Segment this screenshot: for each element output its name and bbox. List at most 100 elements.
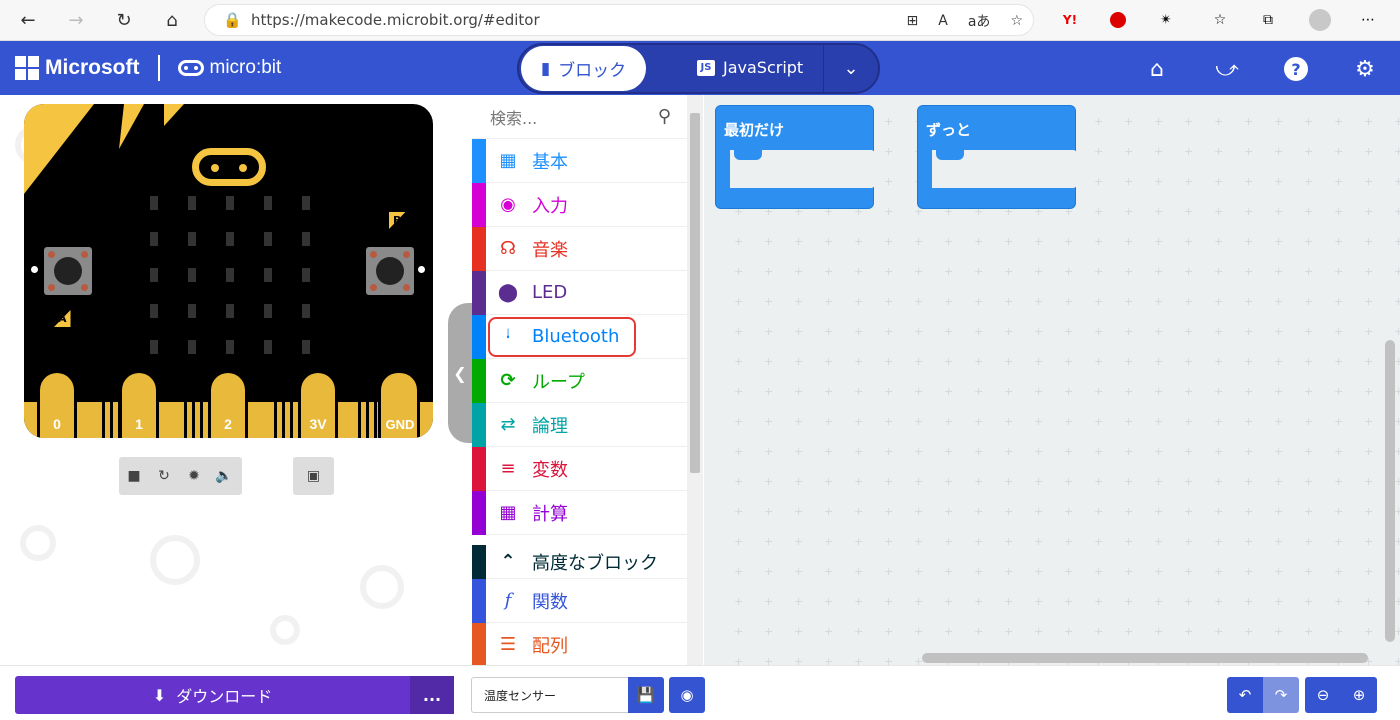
language-dropdown-button[interactable]: ⌄ <box>823 45 878 92</box>
category-led[interactable]: ⬤ LED <box>472 271 687 315</box>
category-variables[interactable]: ≡ 変数 <box>472 447 687 491</box>
workspace-horizontal-scrollbar[interactable] <box>922 653 1368 663</box>
project-name-input[interactable]: 温度センサー <box>471 677 629 713</box>
grid-mark: + <box>1124 535 1134 548</box>
grid-mark: + <box>1034 355 1044 368</box>
category-math[interactable]: ▦ 計算 <box>472 491 687 535</box>
save-button[interactable]: 💾 <box>628 677 664 713</box>
grid-mark: + <box>1064 265 1074 278</box>
grid-mark: + <box>1214 145 1224 158</box>
github-button[interactable]: ◉ <box>669 677 705 713</box>
profile-avatar[interactable] <box>1304 4 1336 36</box>
block-workspace[interactable]: + + + + + + + + + + + + + + + + + + + + + + + + + + + + + + + + + + + + + + + +… <box>704 95 1400 665</box>
category-label: 基本 <box>532 151 568 173</box>
block-on-start[interactable]: 最初だけ <box>715 105 875 209</box>
address-bar[interactable]: 🔒 https://makecode.microbit.org/#editor … <box>204 4 1034 36</box>
grid-mark: + <box>1154 265 1164 278</box>
microsoft-logo[interactable]: Microsoft micro:bit <box>15 55 281 81</box>
refresh-button[interactable]: ↻ <box>106 4 142 36</box>
zoom-out-button[interactable]: ⊖ <box>1305 677 1341 713</box>
block-forever[interactable]: ずっと <box>917 105 1077 209</box>
share-icon[interactable]: ⤻ <box>1213 55 1241 83</box>
download-more-button[interactable]: ... <box>410 676 454 714</box>
fullscreen-button[interactable]: ▣ <box>293 457 334 495</box>
grid-mark: + <box>1214 325 1224 338</box>
gear-icon[interactable]: ⚙ <box>1351 55 1379 83</box>
toolbox-search-input[interactable]: 検索... ⚲ <box>472 95 687 139</box>
grid-mark: + <box>884 625 894 638</box>
home-button[interactable]: ⌂ <box>154 4 190 36</box>
redo-button[interactable]: ↷ <box>1263 677 1299 713</box>
tab-javascript[interactable]: JS JavaScript <box>697 58 803 77</box>
tab-blocks-label: ブロック <box>558 61 627 81</box>
category-arrays[interactable]: ☰ 配列 <box>472 623 687 667</box>
category-bluetooth[interactable]: ᛍ Bluetooth <box>472 315 687 359</box>
category-advanced[interactable]: ⌃ 高度なブロック <box>472 535 687 589</box>
grid-mark: + <box>974 295 984 308</box>
undo-button[interactable]: ↶ <box>1227 677 1263 713</box>
grid-mark: + <box>1274 535 1284 548</box>
button-a-label: A <box>54 310 71 327</box>
forward-button[interactable]: → <box>58 4 94 36</box>
extensions-icon[interactable]: ✴ <box>1150 4 1182 36</box>
category-label: LED <box>532 282 568 303</box>
workspace-vertical-scrollbar[interactable] <box>1385 340 1395 642</box>
grid-mark: + <box>734 475 744 488</box>
grid-mark: + <box>1214 115 1224 128</box>
microbit-board[interactable]: A B 0 1 2 3V GND <box>24 104 433 438</box>
back-button[interactable]: ← <box>10 4 46 36</box>
grid-mark: + <box>1244 295 1254 308</box>
grid-mark: + <box>1034 295 1044 308</box>
translate-button[interactable]: aあ <box>968 11 991 31</box>
restart-icon[interactable]: ↻ <box>149 468 179 484</box>
collapse-simulator-button[interactable]: ❮ <box>448 303 472 443</box>
grid-mark: + <box>1184 205 1194 218</box>
grid-mark: + <box>1184 445 1194 458</box>
help-icon[interactable]: ? <box>1282 55 1310 83</box>
settings-more-icon[interactable]: ⋯ <box>1352 4 1384 36</box>
category-loops[interactable]: ⟳ ループ <box>472 359 687 403</box>
grid-mark: + <box>1184 505 1194 518</box>
collections-icon[interactable]: ⧉ <box>1252 4 1284 36</box>
category-basic[interactable]: ▦ 基本 <box>472 139 687 183</box>
grid-mark: + <box>854 385 864 398</box>
grid-mark: + <box>734 505 744 518</box>
toolbox-scrollbar[interactable] <box>687 95 703 665</box>
debug-icon[interactable]: ✹ <box>179 468 209 484</box>
category-music[interactable]: ☊ 音楽 <box>472 227 687 271</box>
zoom-in-button[interactable]: ⊕ <box>1341 677 1377 713</box>
grid-mark: + <box>1124 565 1134 578</box>
grid-mark: + <box>1154 235 1164 248</box>
background-pattern <box>270 615 300 645</box>
grid-mark: + <box>944 565 954 578</box>
grid-mark: + <box>734 565 744 578</box>
home-icon[interactable]: ⌂ <box>1143 55 1171 83</box>
grid-mark: + <box>1304 565 1314 578</box>
mute-icon[interactable]: 🔈 <box>209 468 239 484</box>
download-button[interactable]: ⬇ ダウンロード ... <box>15 676 454 714</box>
grid-mark: + <box>1184 145 1194 158</box>
app-available-icon[interactable]: ⊞ <box>907 13 919 29</box>
tab-blocks[interactable]: ▮ ブロック <box>521 46 646 91</box>
grid-mark: + <box>1094 175 1104 188</box>
category-logic[interactable]: ⇄ 論理 <box>472 403 687 447</box>
stop-icon[interactable]: ■ <box>119 468 149 484</box>
grid-mark: + <box>1154 115 1164 128</box>
grid-mark: + <box>1094 295 1104 308</box>
grid-mark: + <box>1154 505 1164 518</box>
yahoo-extension-icon[interactable]: Y! <box>1054 4 1086 36</box>
button-b[interactable] <box>366 247 414 295</box>
grid-mark: + <box>1304 295 1314 308</box>
category-functions[interactable]: f 関数 <box>472 579 687 623</box>
category-input[interactable]: ◉ 入力 <box>472 183 687 227</box>
toolbox-scroll-thumb[interactable] <box>690 113 700 473</box>
read-aloud-button[interactable]: A <box>938 13 948 29</box>
security-extension-icon[interactable] <box>1102 4 1134 36</box>
favorites-icon[interactable]: ☆ <box>1204 4 1236 36</box>
microbit-logo-icon[interactable] <box>192 148 266 186</box>
search-icon[interactable]: ⚲ <box>658 106 671 127</box>
grid-mark: + <box>1394 265 1400 278</box>
grid-mark: + <box>1064 445 1074 458</box>
button-a[interactable] <box>44 247 92 295</box>
favorite-add-icon[interactable]: ☆ <box>1010 13 1023 29</box>
